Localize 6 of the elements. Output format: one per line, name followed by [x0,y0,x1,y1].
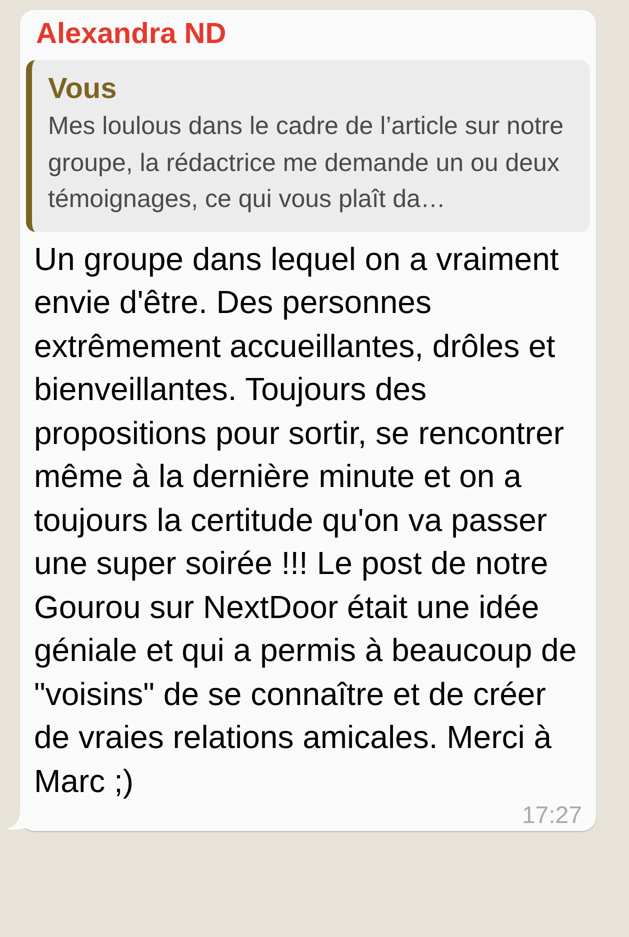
quote-author: Vous [48,72,117,106]
message-time: 17:27 [522,803,582,829]
sender-name: Alexandra ND [35,17,226,52]
quote-text: Mes loulous dans le cadre de l’article sur notre groupe, la rédactrice me demande un ou deux témoignages, ce qui vous plaît da… [48,111,565,215]
message-text: Un groupe dans lequel on a vraiment envie d'être. Des personnes extrêmement accueillantes, drôles et bienveillantes. Toujours des propositions pour sortir, se rencontrer même à la dernière minute et on a toujours la certitude qu'on va passer une super soirée !!! Le post de notre Gourou sur NextDoor était une idée géniale et qui a permis à beaucoup de "voisins" de se connaître et de créer de vraies relations amicales. Merci à Marc ;) [33,240,578,801]
quoted-message[interactable]: Vous Mes loulous dans le cadre de l’article sur notre groupe, la rédactrice me demande un ou deux témoignages, ce qui vous plaît da… [26,60,590,232]
